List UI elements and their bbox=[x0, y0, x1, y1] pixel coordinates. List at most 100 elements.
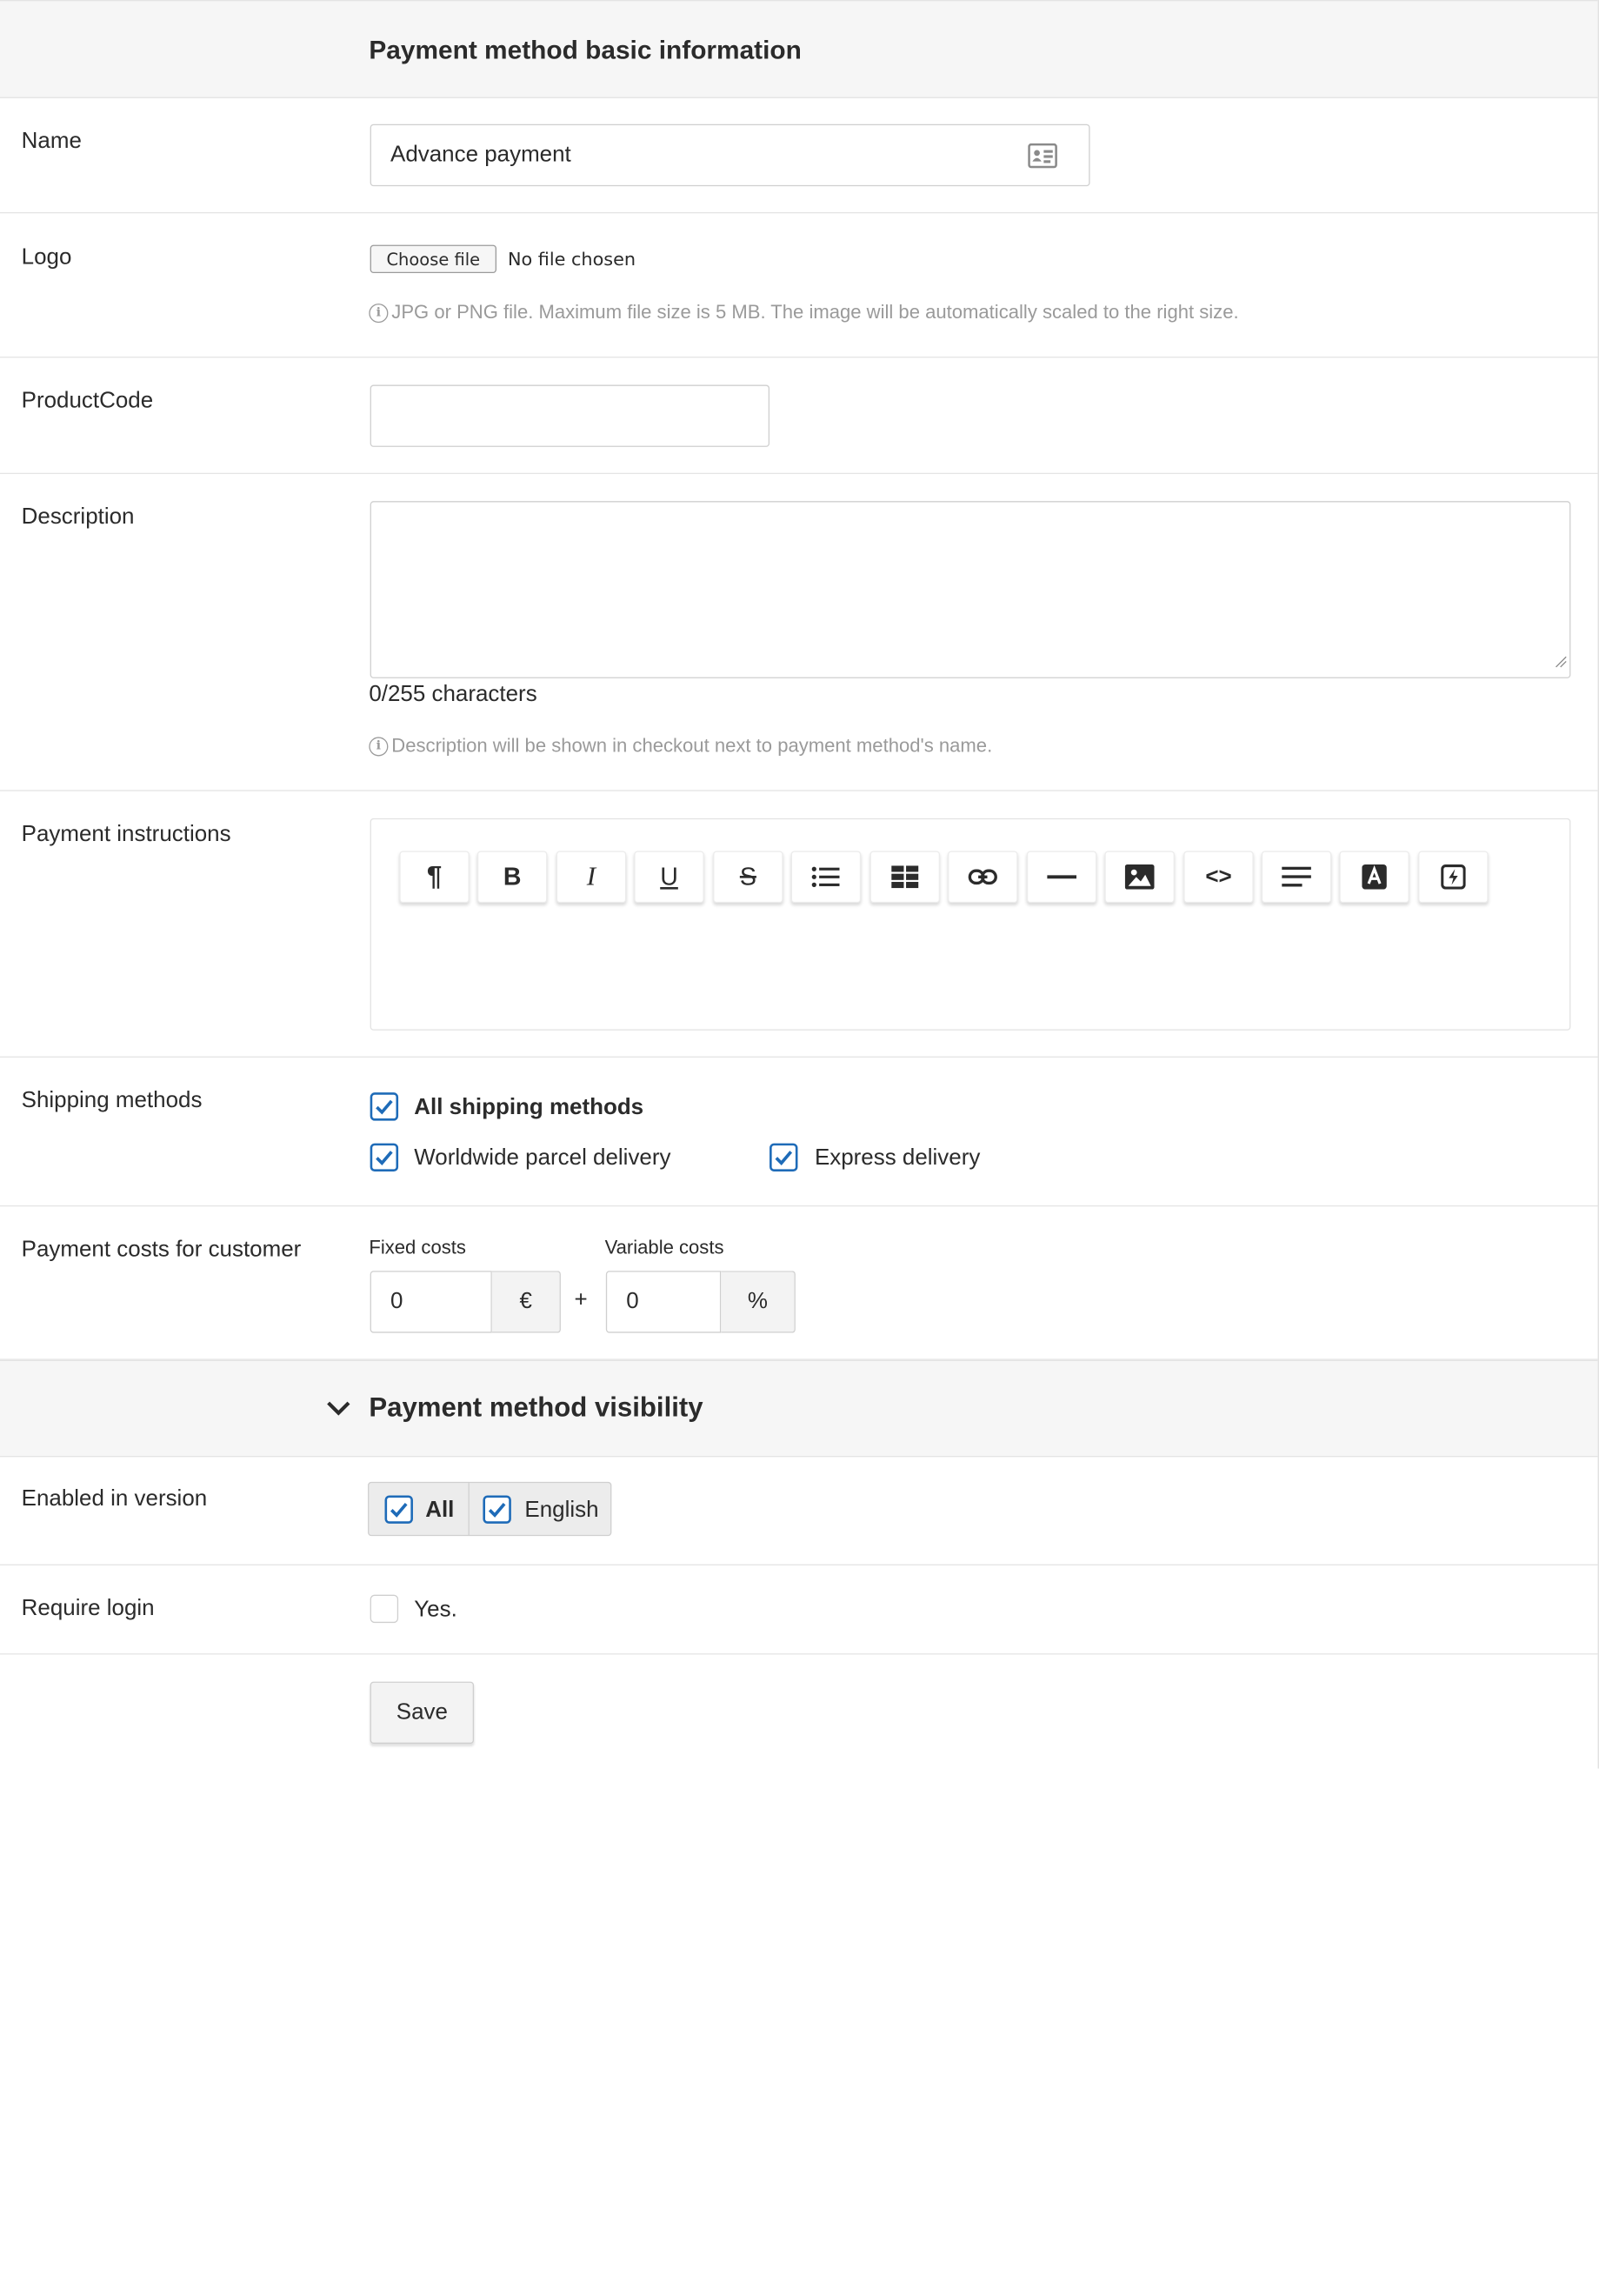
toolbar-paragraph-button[interactable]: ¶ bbox=[399, 851, 470, 904]
variable-costs-value: 0 bbox=[626, 1288, 639, 1314]
require-login-checkbox[interactable] bbox=[370, 1594, 399, 1624]
description-label: Description bbox=[21, 504, 135, 530]
lightning-icon bbox=[1441, 864, 1466, 890]
basic-info-section-header: Payment method basic information bbox=[0, 0, 1598, 98]
toolbar-italic-button[interactable]: I bbox=[556, 851, 627, 904]
visibility-section-header[interactable]: Payment method visibility bbox=[0, 1359, 1598, 1458]
choose-file-button[interactable]: Choose file bbox=[370, 244, 496, 274]
strikethrough-icon: S bbox=[739, 862, 756, 891]
toolbar-table-button[interactable] bbox=[869, 851, 940, 904]
require-login-row: Require login Yes. bbox=[0, 1565, 1598, 1655]
toolbar-strikethrough-button[interactable]: S bbox=[713, 851, 783, 904]
payment-costs-label: Payment costs for customer bbox=[21, 1237, 302, 1262]
description-textarea[interactable] bbox=[370, 501, 1571, 678]
italic-icon: I bbox=[586, 861, 596, 891]
payment-costs-row: Payment costs for customer Fixed costs V… bbox=[0, 1206, 1598, 1360]
description-row: Description 0/255 characters i Descripti… bbox=[0, 474, 1598, 791]
name-row: Name Advance payment bbox=[0, 97, 1598, 214]
toolbar-underline-button[interactable]: U bbox=[634, 851, 704, 904]
require-login-label: Require login bbox=[21, 1595, 155, 1621]
list-icon bbox=[811, 866, 840, 887]
variable-costs-input[interactable]: 0 bbox=[605, 1271, 722, 1333]
address-card-icon[interactable] bbox=[1028, 143, 1057, 175]
description-help-text: Description will be shown in checkout ne… bbox=[391, 734, 993, 757]
editor-toolbar: ¶ B I U S <> bbox=[371, 819, 1569, 910]
visibility-title: Payment method visibility bbox=[369, 1392, 703, 1424]
toolbar-list-button[interactable] bbox=[790, 851, 862, 904]
name-input[interactable]: Advance payment bbox=[370, 123, 1090, 187]
name-input-value: Advance payment bbox=[390, 142, 571, 168]
info-icon: i bbox=[369, 303, 389, 323]
payment-method-form-page: Payment method basic information Name Ad… bbox=[0, 0, 1599, 2296]
toolbar-align-button[interactable] bbox=[1261, 851, 1332, 904]
all-shipping-methods-label: All shipping methods bbox=[414, 1094, 644, 1120]
logo-row: Logo Choose file No file chosen i JPG or… bbox=[0, 213, 1598, 358]
description-counter: 0/255 characters bbox=[369, 681, 537, 707]
plus-sign: + bbox=[574, 1287, 588, 1313]
file-status: No file chosen bbox=[507, 248, 636, 270]
checkmark-icon bbox=[488, 1503, 506, 1518]
resize-handle-icon[interactable] bbox=[1554, 649, 1568, 675]
version-divider bbox=[468, 1483, 470, 1535]
shipping-methods-label: Shipping methods bbox=[21, 1087, 203, 1113]
express-delivery-label: Express delivery bbox=[814, 1145, 981, 1171]
font-color-icon bbox=[1362, 864, 1387, 890]
enabled-in-version-label: Enabled in version bbox=[21, 1486, 208, 1512]
all-shipping-methods-checkbox[interactable] bbox=[370, 1092, 399, 1121]
express-delivery-checkbox[interactable] bbox=[770, 1143, 798, 1172]
logo-label: Logo bbox=[21, 244, 72, 270]
version-toggle-group: All English bbox=[368, 1481, 612, 1537]
percent-symbol: % bbox=[747, 1288, 768, 1314]
image-icon bbox=[1124, 864, 1155, 890]
toolbar-special-button[interactable] bbox=[1418, 851, 1489, 904]
rich-text-editor[interactable]: ¶ B I U S <> bbox=[370, 818, 1571, 1031]
currency-addon: € bbox=[491, 1271, 561, 1333]
require-login-option-label: Yes. bbox=[414, 1597, 457, 1622]
paragraph-icon: ¶ bbox=[426, 861, 443, 892]
percent-addon: % bbox=[721, 1271, 796, 1333]
shipping-methods-row: Shipping methods All shipping methods Wo… bbox=[0, 1058, 1598, 1207]
info-icon: i bbox=[369, 736, 389, 756]
toolbar-code-button[interactable]: <> bbox=[1183, 851, 1254, 904]
table-icon bbox=[891, 865, 919, 889]
save-button[interactable]: Save bbox=[370, 1681, 475, 1744]
logo-help-text: JPG or PNG file. Maximum file size is 5 … bbox=[391, 301, 1239, 324]
worldwide-parcel-delivery-label: Worldwide parcel delivery bbox=[414, 1145, 671, 1171]
basic-info-title: Payment method basic information bbox=[369, 35, 802, 64]
payment-instructions-row: Payment instructions ¶ B I U S <> bbox=[0, 791, 1598, 1058]
version-all-checkbox[interactable] bbox=[384, 1495, 413, 1524]
version-english-label: English bbox=[524, 1498, 599, 1523]
toolbar-horizontal-rule-button[interactable] bbox=[1026, 851, 1097, 904]
bold-icon: B bbox=[503, 862, 522, 891]
toolbar-bold-button[interactable]: B bbox=[476, 851, 548, 904]
checkmark-icon bbox=[775, 1151, 793, 1165]
checkmark-icon bbox=[376, 1151, 393, 1165]
toolbar-image-button[interactable] bbox=[1104, 851, 1175, 904]
product-code-input[interactable] bbox=[370, 384, 770, 447]
align-icon bbox=[1282, 866, 1311, 887]
logo-help: i JPG or PNG file. Maximum file size is … bbox=[369, 301, 1239, 324]
product-code-row: ProductCode bbox=[0, 357, 1598, 475]
horizontal-rule-icon bbox=[1047, 875, 1077, 879]
underline-icon: U bbox=[660, 862, 678, 891]
description-help: i Description will be shown in checkout … bbox=[369, 735, 992, 758]
fixed-costs-value: 0 bbox=[390, 1288, 403, 1314]
name-label: Name bbox=[21, 128, 82, 154]
toolbar-link-button[interactable] bbox=[948, 851, 1018, 904]
fixed-costs-input[interactable]: 0 bbox=[370, 1271, 492, 1333]
save-button-label: Save bbox=[396, 1699, 448, 1725]
payment-instructions-label: Payment instructions bbox=[21, 821, 231, 847]
currency-symbol: € bbox=[519, 1288, 532, 1314]
version-english-checkbox[interactable] bbox=[483, 1495, 511, 1524]
variable-costs-label: Variable costs bbox=[604, 1237, 724, 1258]
toolbar-font-color-button[interactable] bbox=[1339, 851, 1409, 904]
chevron-down-icon[interactable] bbox=[326, 1400, 351, 1422]
worldwide-parcel-delivery-checkbox[interactable] bbox=[370, 1143, 399, 1172]
enabled-in-version-row: Enabled in version All English bbox=[0, 1456, 1598, 1565]
link-icon bbox=[968, 869, 997, 885]
version-all-label: All bbox=[425, 1498, 455, 1523]
form-frame: Payment method basic information Name Ad… bbox=[0, 0, 1599, 1769]
fixed-costs-label: Fixed costs bbox=[369, 1237, 466, 1258]
product-code-label: ProductCode bbox=[21, 388, 154, 413]
checkmark-icon bbox=[376, 1099, 393, 1115]
